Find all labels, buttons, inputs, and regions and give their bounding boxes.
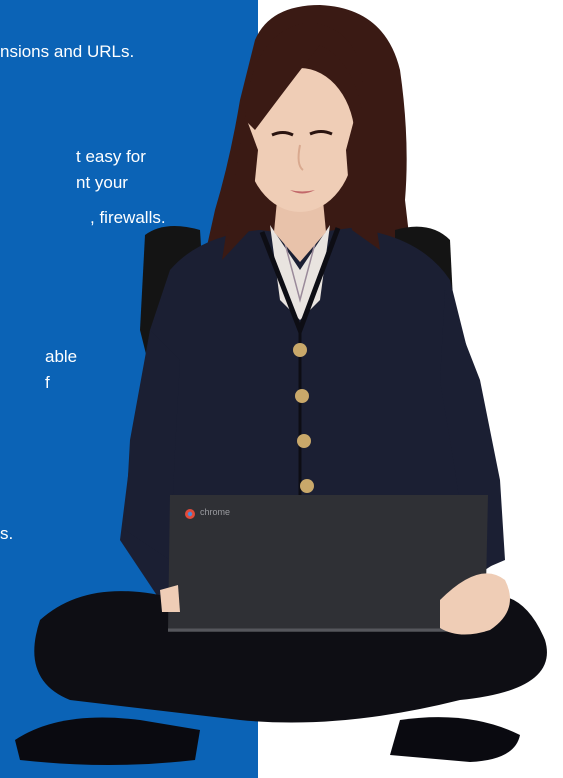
- foot-right: [390, 717, 520, 762]
- jacket-button: [300, 479, 314, 493]
- laptop-brand-label: chrome: [200, 507, 231, 517]
- foot-left: [15, 717, 200, 765]
- jacket-button: [295, 389, 309, 403]
- jacket-button: [293, 343, 307, 357]
- student-photo: [15, 5, 547, 765]
- jacket-button: [297, 434, 311, 448]
